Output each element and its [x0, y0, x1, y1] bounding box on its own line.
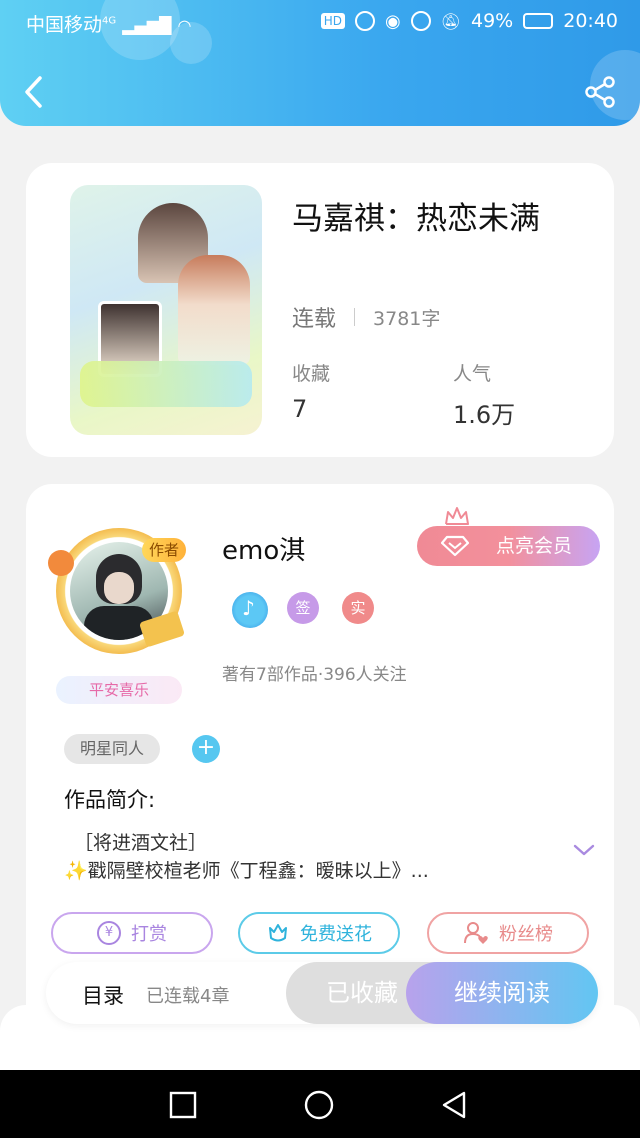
system-nav-bar	[0, 1070, 640, 1138]
music-medal-icon[interactable]: ♪	[232, 592, 268, 628]
word-count: 3781字	[373, 307, 441, 330]
share-icon[interactable]	[582, 74, 618, 110]
back-nav-icon[interactable]	[440, 1090, 470, 1120]
music-note-icon: ♪	[242, 596, 255, 620]
free-flower-label: 免费送花	[300, 924, 372, 945]
book-meta: 连载 3781字	[292, 301, 440, 333]
author-name[interactable]: emo淇	[222, 530, 305, 567]
author-stats: 著有7部作品·396人关注	[222, 665, 407, 685]
cover-figure	[178, 255, 250, 365]
popularity-value: 1.6万	[453, 401, 516, 429]
diamond-icon	[441, 535, 469, 557]
flower-icon	[269, 924, 287, 942]
balloon-decoration	[48, 550, 74, 576]
book-cover-image[interactable]	[70, 185, 262, 435]
serial-status: 连载	[292, 307, 337, 332]
header: 中国移动4G ▂▄▆█ ◠ HD ◉ 🔕︎ 49% 20:40	[0, 0, 640, 126]
alarm-icon	[410, 11, 431, 31]
data-saver-icon	[354, 11, 375, 31]
wifi-icon: ◠	[177, 16, 192, 35]
network-type: 4G	[102, 15, 117, 27]
tag-celebrity-fanfic[interactable]: 明星同人	[64, 734, 160, 764]
fan-ranking-label: 粉丝榜	[499, 924, 553, 945]
author-card: 作者 平安喜乐 emo淇 点亮会员 ♪ 签 实 著有7部作品·396人关注 明星…	[26, 484, 614, 1044]
intro-line-2: ✨戳隔壁校楦老师《丁程鑫：暧昧以上》...	[64, 860, 429, 882]
hd-icon: HD	[320, 13, 345, 29]
recent-apps-icon[interactable]	[168, 1090, 198, 1120]
mute-icon: 🔕︎	[440, 11, 461, 31]
crown-icon	[445, 507, 469, 525]
author-avatar-frame[interactable]: 作者	[48, 528, 186, 654]
add-tag-button[interactable]: +	[192, 735, 220, 763]
status-bar: 中国移动4G ▂▄▆█ ◠ HD ◉ 🔕︎ 49% 20:40	[0, 0, 640, 44]
tip-button[interactable]: ¥ 打赏	[51, 912, 213, 954]
chevron-down-icon[interactable]	[572, 842, 596, 858]
cover-title-art	[80, 361, 252, 407]
status-right: HD ◉ 🔕︎ 49% 20:40	[320, 10, 618, 32]
user-heart-icon	[464, 922, 488, 944]
home-icon[interactable]	[304, 1090, 334, 1120]
signal-icon: ▂▄▆█	[122, 16, 172, 35]
verified-medal[interactable]: 实	[342, 592, 374, 624]
reading-action-bar: 目录 已连载4章 已收藏 继续阅读	[46, 962, 598, 1024]
table-of-contents-button[interactable]: 目录	[82, 980, 124, 1010]
avatar-face	[104, 572, 134, 604]
name-badge: 平安喜乐	[56, 676, 182, 704]
back-arrow-icon[interactable]	[20, 74, 50, 110]
status-carrier: 中国移动4G ▂▄▆█ ◠	[26, 14, 192, 36]
meta-divider	[354, 308, 356, 326]
yen-icon: ¥	[97, 921, 121, 945]
eye-icon: ◉	[384, 10, 401, 32]
vip-button-label: 点亮会员	[495, 535, 572, 557]
clock: 20:40	[563, 10, 618, 32]
signed-medal[interactable]: 签	[287, 592, 319, 624]
author-badge: 作者	[142, 538, 186, 562]
battery-icon	[523, 13, 554, 29]
battery-level: 49%	[471, 10, 514, 32]
favorites-label: 收藏	[292, 363, 331, 385]
activate-vip-button[interactable]: 点亮会员	[417, 526, 600, 566]
favorites-value: 7	[292, 395, 308, 423]
free-flower-button[interactable]: 免费送花	[238, 912, 400, 954]
book-card: 马嘉祺：热恋未满 连载 3781字 收藏 7 人气 1.6万	[26, 163, 614, 457]
book-title: 马嘉祺：热恋未满	[292, 201, 540, 237]
fan-ranking-button[interactable]: 粉丝榜	[427, 912, 589, 954]
tip-label: 打赏	[131, 924, 167, 945]
chapter-count: 已连载4章	[146, 986, 230, 1007]
popularity-label: 人气	[453, 363, 492, 385]
intro-line-1: ［将进酒文社］	[74, 832, 208, 854]
continue-reading-button[interactable]: 继续阅读	[406, 962, 598, 1024]
intro-heading: 作品简介:	[64, 788, 156, 812]
